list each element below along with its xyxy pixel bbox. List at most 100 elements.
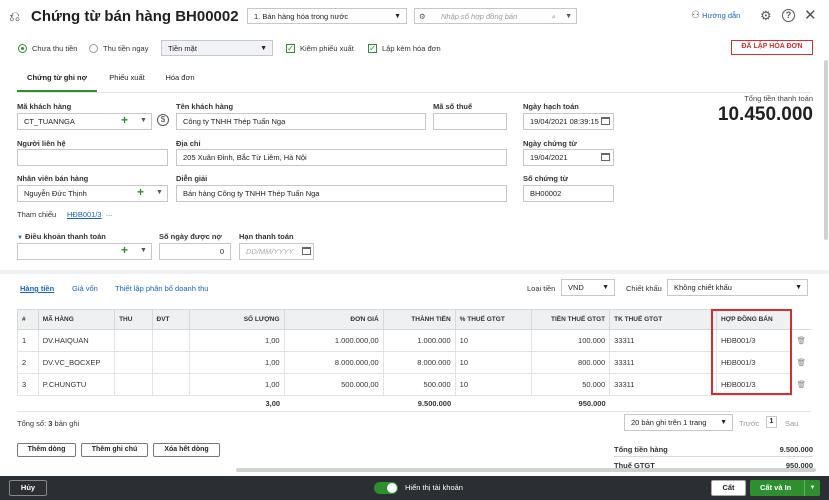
contract-search[interactable]: ⚙ Nhập số hợp đồng bán ⌕ ▼ (414, 8, 577, 24)
cell-unit[interactable] (151, 373, 190, 396)
tab-revenue-allocation[interactable]: Thiết lập phân bổ doanh thu (115, 284, 208, 293)
warehouse-checkbox[interactable]: ✓ (286, 44, 295, 53)
cell-unit[interactable] (151, 329, 190, 352)
address-input[interactable]: 205 Xuân Đỉnh, Bắc Từ Liêm, Hà Nội (176, 149, 507, 166)
radio-unpaid[interactable] (18, 44, 27, 53)
cell-quantity[interactable]: 1,00 (188, 351, 285, 374)
tax-code-input[interactable] (433, 113, 507, 130)
cell-vat-rate[interactable]: 10 (454, 351, 533, 374)
calendar-icon[interactable] (302, 247, 311, 255)
save-print-button[interactable]: Cất và In ▼ (750, 480, 820, 496)
settings-icon[interactable]: ⚙ (760, 8, 772, 24)
current-page[interactable]: 1 (766, 416, 777, 428)
reference-link[interactable]: HĐB001/3 (67, 210, 102, 219)
vertical-scrollbar[interactable] (824, 60, 828, 240)
add-icon[interactable]: + (121, 243, 128, 258)
cell-amount[interactable]: 8.000.000 (382, 351, 456, 374)
save-button[interactable]: Cất (711, 480, 746, 496)
sale-type-select[interactable]: 1. Bán hàng hóa trong nước ▼ (247, 8, 407, 24)
help-button[interactable]: ⚇ Hướng dẫn (691, 10, 740, 21)
chevron-down-icon[interactable]: ▼ (140, 113, 147, 128)
trash-icon[interactable]: 🗑 (791, 374, 811, 396)
page-size-select[interactable]: 20 bản ghi trên 1 trang ▼ (624, 414, 733, 431)
tab-goods-money[interactable]: Hàng tiền (20, 284, 54, 293)
description-input[interactable]: Bán hàng Công ty TNHH Thép Tuấn Nga (176, 185, 507, 202)
col-vat-account[interactable]: TK THUẾ GTGT (609, 309, 717, 330)
cell-vat-rate[interactable]: 10 (454, 329, 533, 352)
cell-unit-price[interactable]: 500.000,00 (283, 373, 384, 396)
customer-code-input[interactable]: CT_TUANNGA (17, 113, 152, 130)
cell-item-code[interactable]: P.CHUNGTU (37, 373, 116, 396)
cell-amount[interactable]: 500.000 (382, 373, 456, 396)
chevron-down-icon[interactable]: ▼ (804, 480, 820, 496)
contact-input[interactable] (17, 149, 168, 166)
chevron-down-icon[interactable]: ▼ (565, 9, 572, 23)
salesperson-input[interactable]: Nguyễn Đức Thịnh (17, 185, 168, 202)
question-icon[interactable]: ? (782, 9, 795, 22)
payment-terms-input[interactable] (17, 243, 152, 260)
chevron-down-icon[interactable]: ▼ (140, 243, 147, 258)
cell-vat-amount[interactable]: 800.000 (531, 351, 611, 374)
col-unit[interactable]: ĐVT (151, 309, 190, 330)
table-row[interactable]: 3 P.CHUNGTU 1,00 500.000,00 500.000 10 5… (17, 373, 812, 396)
col-amount[interactable]: THÀNH TIỀN (382, 309, 456, 330)
voucher-no-input[interactable]: BH00002 (523, 185, 614, 202)
col-vat-amount[interactable]: TIỀN THUẾ GTGT (531, 309, 611, 330)
cell-collect[interactable] (114, 329, 153, 352)
add-icon[interactable]: + (137, 185, 144, 200)
tab-cost-price[interactable]: Giá vốn (72, 284, 98, 293)
due-days-input[interactable]: 0 (159, 243, 231, 260)
tab-warehouse-slip[interactable]: Phiếu xuất (103, 70, 151, 86)
close-icon[interactable]: ✕ (804, 6, 817, 24)
col-collect[interactable]: THU (114, 309, 153, 330)
radio-paid[interactable] (89, 44, 98, 53)
trash-icon[interactable]: 🗑 (791, 330, 811, 352)
back-icon[interactable]: ⎌ (9, 9, 23, 23)
cell-item-code[interactable]: DV.VC_BOCXEP (37, 351, 116, 374)
tab-invoice[interactable]: Hóa đơn (158, 70, 202, 86)
cell-unit[interactable] (151, 351, 190, 374)
discount-select[interactable]: Không chiết khấu ▼ (667, 279, 808, 296)
prev-page[interactable]: Trước (739, 419, 760, 428)
customer-name-input[interactable]: Công ty TNHH Thép Tuấn Nga (176, 113, 426, 130)
table-row[interactable]: 1 DV.HAIQUAN 1,00 1.000.000,00 1.000.000… (17, 329, 812, 352)
add-icon[interactable]: + (121, 113, 128, 128)
cell-unit-price[interactable]: 8.000.000,00 (283, 351, 384, 374)
trash-icon[interactable]: 🗑 (791, 352, 811, 374)
cell-unit-price[interactable]: 1.000.000,00 (283, 329, 384, 352)
cell-vat-account[interactable]: 33311 (609, 351, 717, 374)
cell-vat-account[interactable]: 33311 (609, 329, 717, 352)
next-page[interactable]: Sau (785, 419, 798, 428)
tab-debit-voucher[interactable]: Chứng từ ghi nợ (17, 70, 97, 92)
cell-quantity[interactable]: 1,00 (188, 329, 285, 352)
col-vat-rate[interactable]: % THUẾ GTGT (454, 309, 533, 330)
show-account-toggle[interactable] (374, 482, 398, 494)
col-quantity[interactable]: SỐ LƯỢNG (188, 309, 285, 330)
cell-quantity[interactable]: 1,00 (188, 373, 285, 396)
cell-vat-amount[interactable]: 50.000 (531, 373, 611, 396)
cell-vat-amount[interactable]: 100.000 (531, 329, 611, 352)
collapse-icon[interactable]: ▼ (17, 235, 23, 241)
add-note-button[interactable]: Thêm ghi chú (81, 443, 148, 457)
horizontal-scrollbar[interactable] (236, 468, 816, 472)
calendar-icon[interactable] (601, 153, 610, 161)
cell-collect[interactable] (114, 351, 153, 374)
cell-vat-account[interactable]: 33311 (609, 373, 717, 396)
cell-amount[interactable]: 1.000.000 (382, 329, 456, 352)
col-item-code[interactable]: MÃ HÀNG (37, 309, 116, 330)
currency-select[interactable]: VND ▼ (561, 279, 615, 296)
money-icon[interactable]: $ (157, 114, 169, 126)
calendar-icon[interactable] (601, 117, 610, 125)
invoice-checkbox[interactable]: ✓ (368, 44, 377, 53)
delete-all-button[interactable]: Xóa hết dòng (153, 443, 220, 457)
payment-method-select[interactable]: Tiền mặt ▼ (161, 40, 273, 56)
add-row-button[interactable]: Thêm dòng (17, 443, 76, 457)
cancel-button[interactable]: Hủy (9, 480, 47, 496)
table-row[interactable]: 2 DV.VC_BOCXEP 1,00 8.000.000,00 8.000.0… (17, 351, 812, 374)
search-icon[interactable]: ⌕ (552, 9, 556, 23)
col-unit-price[interactable]: ĐƠN GIÁ (283, 309, 384, 330)
gear-icon[interactable]: ⚙ (419, 9, 426, 23)
cell-vat-rate[interactable]: 10 (454, 373, 533, 396)
reference-more[interactable]: ... (106, 209, 112, 218)
cell-collect[interactable] (114, 373, 153, 396)
